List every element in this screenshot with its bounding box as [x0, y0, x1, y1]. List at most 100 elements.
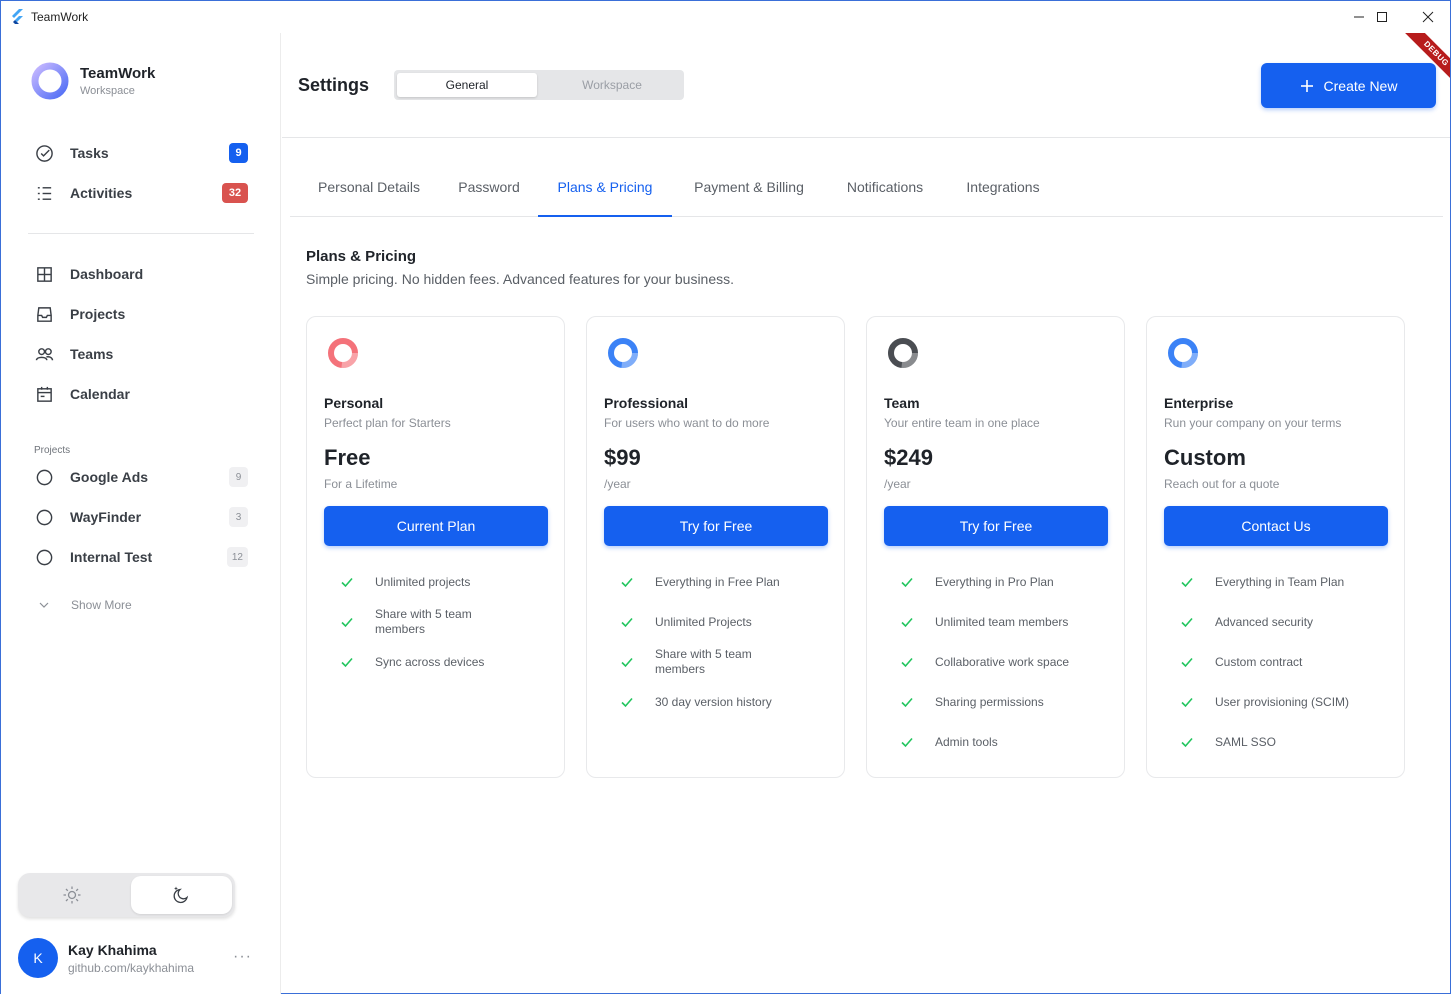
- plus-icon: [1300, 79, 1313, 92]
- circle-icon: [34, 507, 54, 527]
- tab-integrations[interactable]: Integrations: [953, 158, 1053, 216]
- plan-name: Enterprise: [1164, 395, 1234, 411]
- feature-text: Unlimited Projects: [655, 614, 752, 629]
- project-count-badge: 3: [229, 507, 248, 527]
- section-title: Plans & Pricing: [306, 248, 417, 265]
- feature-item: Unlimited projects: [339, 574, 539, 590]
- project-count-badge: 9: [229, 467, 248, 487]
- main-content: Settings General Workspace Create New DE…: [282, 33, 1450, 994]
- check-icon: [1181, 657, 1193, 668]
- teamwork-logo-icon: [31, 62, 69, 100]
- light-mode-option[interactable]: [18, 873, 126, 917]
- sidebar-item-tasks[interactable]: Tasks 9: [34, 139, 248, 167]
- plan-cta-button[interactable]: Try for Free: [604, 506, 828, 546]
- sun-icon: [63, 886, 81, 904]
- feature-item: Admin tools: [899, 734, 1099, 750]
- grid-icon: [34, 264, 54, 284]
- tab-payment-billing[interactable]: Payment & Billing: [680, 158, 818, 216]
- check-icon: [901, 737, 913, 748]
- segment-general[interactable]: General: [397, 73, 537, 97]
- avatar: K: [18, 938, 58, 978]
- feature-text: Unlimited projects: [375, 574, 471, 589]
- title-bar: TeamWork: [1, 1, 1450, 33]
- sidebar-item-projects[interactable]: Projects: [34, 300, 248, 328]
- flutter-logo-icon: [12, 9, 23, 24]
- user-name: Kay Khahima: [68, 942, 157, 958]
- feature-item: 30 day version history: [619, 694, 819, 710]
- sidebar-item-project[interactable]: Internal Test 12: [34, 543, 248, 571]
- plan-name: Personal: [324, 395, 384, 411]
- plan-description: Run your company on your terms: [1164, 416, 1342, 430]
- debug-banner: DEBUG: [1390, 33, 1450, 93]
- sidebar-item-label: Internal Test: [70, 549, 153, 565]
- list-icon: [34, 183, 54, 203]
- plan-cta-button[interactable]: Try for Free: [884, 506, 1108, 546]
- show-more-button[interactable]: Show More: [38, 598, 132, 612]
- plan-ring-icon: [1168, 338, 1198, 368]
- sidebar-item-dashboard[interactable]: Dashboard: [34, 260, 248, 288]
- plan-name: Team: [884, 395, 920, 411]
- feature-text: Sync across devices: [375, 654, 485, 669]
- check-icon: [901, 657, 913, 668]
- show-more-label: Show More: [71, 598, 132, 612]
- feature-item: Sync across devices: [339, 654, 539, 670]
- sidebar-item-project[interactable]: WayFinder 3: [34, 503, 248, 531]
- tab-password[interactable]: Password: [448, 158, 530, 216]
- tab-personal-details[interactable]: Personal Details: [306, 158, 432, 216]
- page-title: Settings: [298, 75, 370, 95]
- brand-name: TeamWork: [80, 65, 156, 82]
- plan-price: $249: [884, 445, 933, 470]
- feature-item: Share with 5 team members: [619, 647, 819, 677]
- feature-item: Collaborative work space: [899, 654, 1099, 670]
- feature-text: Everything in Team Plan: [1215, 574, 1345, 589]
- plan-period: /year: [604, 477, 631, 491]
- feature-text: Everything in Pro Plan: [935, 574, 1054, 589]
- circle-icon: [34, 467, 54, 487]
- sidebar-item-label: Calendar: [70, 386, 130, 402]
- sidebar-item-activities[interactable]: Activities 32: [34, 179, 248, 207]
- maximize-button[interactable]: [1359, 1, 1405, 33]
- plan-name: Professional: [604, 395, 689, 411]
- calendar-icon: [34, 384, 54, 404]
- projects-section-label: Projects: [34, 445, 71, 456]
- sidebar-item-label: Google Ads: [70, 469, 149, 485]
- settings-tabs: Personal Details Password Plans & Pricin…: [290, 158, 1443, 217]
- circle-icon: [34, 547, 54, 567]
- theme-toggle[interactable]: [18, 873, 235, 917]
- sidebar-item-teams[interactable]: Teams: [34, 340, 248, 368]
- plan-ring-icon: [328, 338, 358, 368]
- check-icon: [901, 697, 913, 708]
- close-window-button[interactable]: [1405, 1, 1451, 33]
- user-profile[interactable]: K Kay Khahima github.com/kaykhahima ···: [18, 938, 258, 978]
- create-new-label: Create New: [1323, 77, 1398, 94]
- feature-item: Everything in Team Plan: [1179, 574, 1379, 590]
- check-icon: [1181, 577, 1193, 588]
- feature-text: Admin tools: [935, 734, 998, 749]
- brand-subtitle: Workspace: [80, 85, 135, 97]
- check-icon: [1181, 697, 1193, 708]
- plan-card-personal: Personal Perfect plan for Starters Free For…: [306, 316, 565, 778]
- plan-price: Custom: [1164, 445, 1246, 470]
- sidebar-item-calendar[interactable]: Calendar: [34, 380, 248, 408]
- check-icon: [621, 577, 633, 588]
- tab-plans-pricing[interactable]: Plans & Pricing: [538, 158, 672, 217]
- feature-item: Unlimited team members: [899, 614, 1099, 630]
- window-title: TeamWork: [31, 10, 89, 24]
- dark-mode-option[interactable]: [131, 876, 232, 914]
- feature-text: Unlimited team members: [935, 614, 1069, 629]
- plan-cta-button[interactable]: Current Plan: [324, 506, 548, 546]
- sidebar-item-project[interactable]: Google Ads 9: [34, 463, 248, 491]
- close-icon: [1422, 11, 1434, 23]
- project-count-badge: 12: [226, 547, 248, 567]
- check-icon: [341, 577, 353, 588]
- tab-notifications[interactable]: Notifications: [832, 158, 938, 216]
- check-icon: [341, 657, 353, 668]
- segment-workspace[interactable]: Workspace: [542, 73, 682, 97]
- sidebar-item-label: Dashboard: [70, 266, 144, 282]
- brand: TeamWork Workspace: [30, 61, 155, 101]
- plan-cta-button[interactable]: Contact Us: [1164, 506, 1388, 546]
- more-options-button[interactable]: ···: [233, 948, 252, 966]
- plan-period: For a Lifetime: [324, 477, 398, 491]
- plan-ring-icon: [608, 338, 638, 368]
- check-icon: [901, 577, 913, 588]
